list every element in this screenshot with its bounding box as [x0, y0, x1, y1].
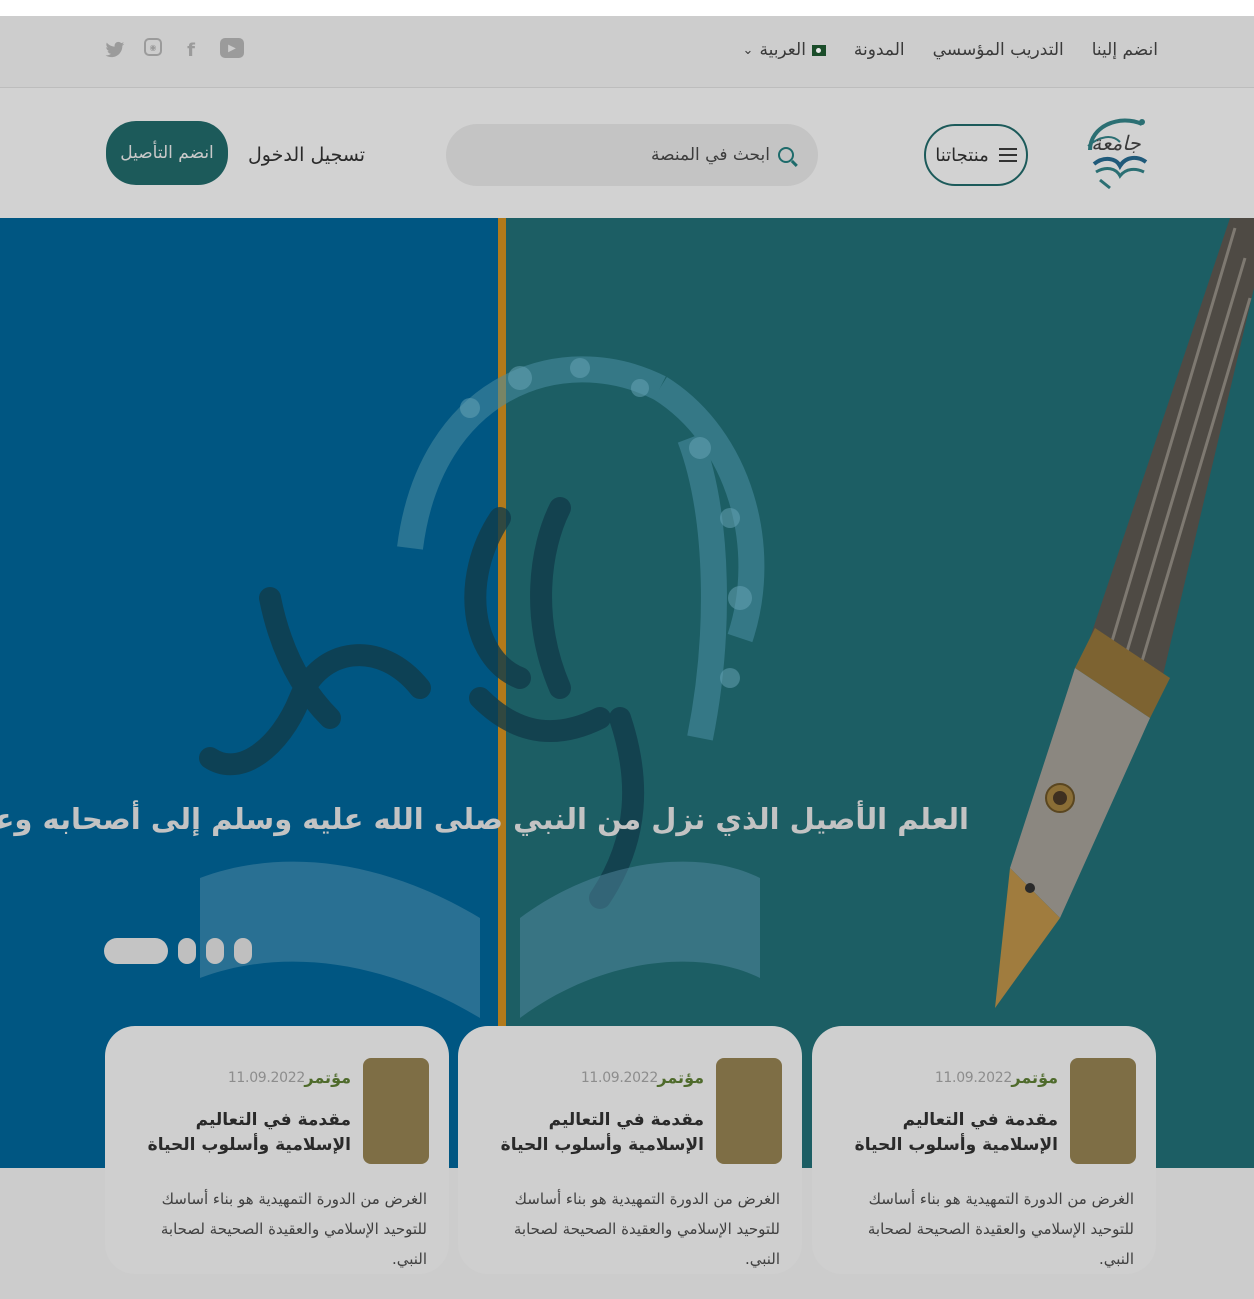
- carousel-dot[interactable]: [206, 938, 224, 964]
- event-card[interactable]: مؤتمر 11.09.2022 مقدمة في التعاليم الإسل…: [458, 1026, 802, 1274]
- join-button[interactable]: انضم التأصيل: [106, 121, 228, 185]
- open-book-icon: [200, 861, 760, 1018]
- card-tag: مؤتمر: [1011, 1068, 1058, 1087]
- event-card[interactable]: مؤتمر 11.09.2022 مقدمة في التعاليم الإسل…: [105, 1026, 449, 1274]
- card-title[interactable]: مقدمة في التعاليم الإسلامية وأسلوب الحيا…: [848, 1108, 1058, 1158]
- language-label: العربية: [759, 40, 806, 60]
- card-thumbnail: [363, 1058, 429, 1164]
- products-menu-label: منتجاتنا: [935, 144, 989, 166]
- card-description: الغرض من الدورة التمهيدية هو بناء أساسك …: [513, 1190, 780, 1268]
- fountain-pen-icon: [995, 218, 1254, 1008]
- nav-join-us[interactable]: انضم إلينا: [1092, 40, 1158, 60]
- search-input[interactable]: [530, 145, 770, 165]
- event-card[interactable]: مؤتمر 11.09.2022 مقدمة في التعاليم الإسل…: [812, 1026, 1156, 1274]
- language-selector[interactable]: العربية ⌄: [743, 40, 826, 60]
- carousel-dot[interactable]: [178, 938, 196, 964]
- products-menu-button[interactable]: منتجاتنا: [924, 124, 1028, 186]
- nav-blog[interactable]: المدونة: [854, 40, 905, 60]
- youtube-icon[interactable]: ▶: [220, 38, 244, 58]
- search-icon[interactable]: [778, 147, 794, 163]
- card-description: الغرض من الدورة التمهيدية هو بناء أساسك …: [160, 1190, 427, 1268]
- site-logo[interactable]: جامعة: [1070, 106, 1160, 196]
- instagram-icon[interactable]: ◉: [144, 38, 162, 56]
- calligraphy-logo-icon: [199, 497, 645, 909]
- search-bar: [446, 124, 818, 186]
- login-link[interactable]: تسجيل الدخول: [248, 144, 365, 166]
- twitter-icon[interactable]: [104, 38, 126, 62]
- page: انضم إلينا التدريب المؤسسي المدونة العرب…: [0, 16, 1254, 1299]
- social-links: ◉ f ▶: [104, 38, 244, 62]
- card-thumbnail: [716, 1058, 782, 1164]
- flag-icon: [811, 44, 826, 56]
- calligraphy-arc-icon: [397, 356, 765, 741]
- card-title[interactable]: مقدمة في التعاليم الإسلامية وأسلوب الحيا…: [494, 1108, 704, 1158]
- carousel-indicators: [104, 938, 252, 964]
- card-description: الغرض من الدورة التمهيدية هو بناء أساسك …: [867, 1190, 1134, 1268]
- logo-mark-icon: جامعة: [1087, 118, 1148, 190]
- facebook-icon[interactable]: f: [180, 38, 202, 62]
- card-title[interactable]: مقدمة في التعاليم الإسلامية وأسلوب الحيا…: [141, 1108, 351, 1158]
- top-bar: انضم إلينا التدريب المؤسسي المدونة العرب…: [0, 16, 1254, 88]
- card-date: 11.09.2022: [934, 1070, 1012, 1086]
- card-date: 11.09.2022: [580, 1070, 658, 1086]
- svg-text:جامعة: جامعة: [1091, 131, 1141, 155]
- nav-corporate-training[interactable]: التدريب المؤسسي: [933, 40, 1064, 60]
- top-nav: انضم إلينا التدريب المؤسسي المدونة العرب…: [743, 40, 1158, 60]
- chevron-down-icon: ⌄: [742, 42, 754, 58]
- carousel-dot[interactable]: [234, 938, 252, 964]
- hamburger-icon: [998, 148, 1017, 162]
- main-header: جامعة منتجاتنا تسجيل الدخول انضم التأصيل: [0, 88, 1254, 218]
- hero-title: العلم الأصيل الذي نزل من النبي صلى الله …: [0, 802, 969, 836]
- card-thumbnail: [1070, 1058, 1136, 1164]
- card-tag: مؤتمر: [304, 1068, 351, 1087]
- carousel-dot-active[interactable]: [104, 938, 168, 964]
- card-date: 11.09.2022: [227, 1070, 305, 1086]
- card-tag: مؤتمر: [657, 1068, 704, 1087]
